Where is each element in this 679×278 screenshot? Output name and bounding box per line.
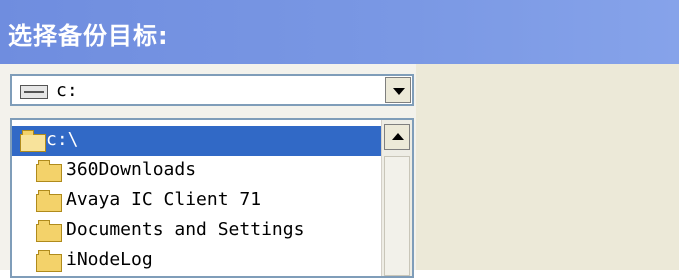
folder-row-inodelog[interactable]: iNodeLog — [12, 246, 382, 276]
folder-row-avaya[interactable]: Avaya IC Client 71 — [12, 186, 382, 216]
right-pane — [416, 64, 679, 270]
scroll-thumb[interactable] — [384, 156, 410, 276]
folder-row-c-root[interactable]: c:\ — [12, 126, 382, 156]
drive-select[interactable]: c: — [10, 74, 414, 106]
folder-label: iNodeLog — [66, 249, 153, 270]
folder-label: 360Downloads — [66, 159, 197, 180]
folder-icon — [36, 220, 62, 242]
scroll-up-button[interactable] — [384, 124, 410, 150]
dropdown-button[interactable] — [385, 77, 411, 103]
folder-icon — [36, 160, 62, 182]
folder-label: Avaya IC Client 71 — [66, 189, 262, 210]
drive-select-value: c: — [56, 80, 78, 101]
drive-icon — [20, 85, 48, 99]
folder-icon — [36, 250, 62, 272]
folder-label: c:\ — [46, 129, 79, 150]
folder-label: Documents and Settings — [66, 219, 305, 240]
header-title: 选择备份目标: — [8, 22, 169, 50]
dialog-header: 选择备份目标: — [0, 0, 679, 64]
open-folder-icon — [20, 130, 46, 152]
folder-icon — [36, 190, 62, 212]
folder-row-documents[interactable]: Documents and Settings — [12, 216, 382, 246]
folder-row-360downloads[interactable]: 360Downloads — [12, 156, 382, 186]
folder-tree[interactable]: c:\ 360Downloads Avaya IC Client 71 Docu… — [10, 118, 414, 278]
vertical-scrollbar[interactable] — [381, 120, 412, 276]
